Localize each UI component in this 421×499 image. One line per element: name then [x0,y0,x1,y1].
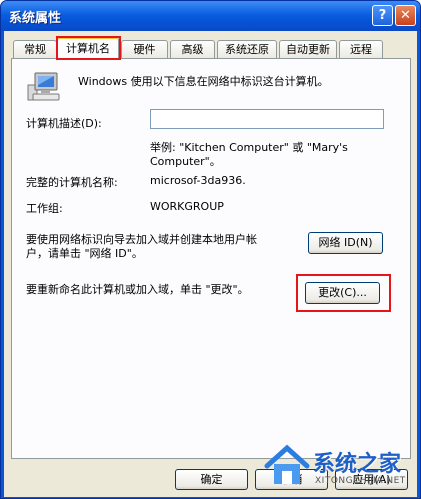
system-properties-window: 系统属性 ? ✕ 常规 计算机名 硬件 高级 系统还原 自动更新 远程 Wind… [0,0,421,499]
tab-auto-update[interactable]: 自动更新 [279,40,337,58]
full-name-value: microsof-3da936. [150,174,246,187]
tab-advanced[interactable]: 高级 [170,40,215,58]
computer-icon [27,72,60,101]
help-button[interactable]: ? [372,5,393,26]
network-text-line2: 户，请单击 "网络 ID"。 [26,247,143,260]
full-name-label: 完整的计算机名称: [26,176,118,189]
watermark-brand: 系统之家 [313,452,402,477]
dialog-client: 常规 计算机名 硬件 高级 系统还原 自动更新 远程 Windows 使用以下信… [4,31,417,497]
rename-text: 要重新命名此计算机或加入域，单击 "更改"。 [26,283,249,296]
computer-name-panel: Windows 使用以下信息在网络中标识这台计算机。 计算机描述(D): 举例:… [11,58,411,459]
tab-system-restore[interactable]: 系统还原 [217,40,277,58]
close-button[interactable]: ✕ [395,5,416,26]
tab-highlight-box [56,36,121,60]
change-button-highlight-box [296,274,391,312]
house-logo-icon [264,444,310,484]
watermark: 系统之家 XITONGZHIJIA.NET [263,442,419,498]
computer-description-input[interactable] [150,109,384,129]
workgroup-value: WORKGROUP [150,200,224,213]
tab-general[interactable]: 常规 [13,40,57,58]
example-text-line2: Computer"。 [150,155,221,168]
title-bar[interactable]: 系统属性 ? ✕ [1,1,420,31]
network-id-button[interactable]: 网络 ID(N) [308,232,383,254]
watermark-url: XITONGZHIJIA.NET [315,476,406,486]
tab-remote[interactable]: 远程 [339,40,383,58]
description-label: 计算机描述(D): [26,117,102,130]
tab-hardware[interactable]: 硬件 [121,40,168,58]
ok-button[interactable]: 确定 [175,469,248,490]
intro-text: Windows 使用以下信息在网络中标识这台计算机。 [78,75,329,88]
window-title: 系统属性 [9,11,62,26]
workgroup-label: 工作组: [26,202,63,215]
